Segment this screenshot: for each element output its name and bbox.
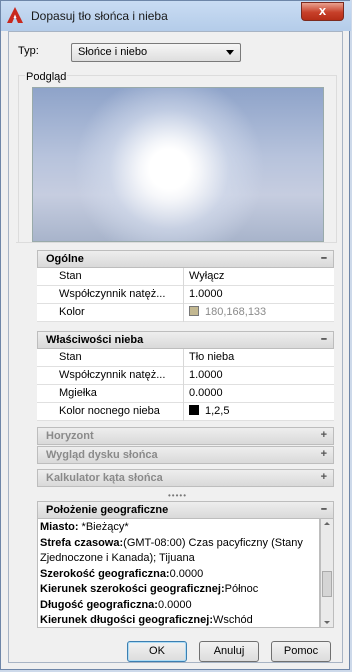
geo-value: Północ — [224, 583, 259, 595]
type-dropdown-value: Słońce i niebo — [78, 46, 148, 58]
window-title: Dopasuj tło słońca i nieba — [31, 9, 168, 23]
property-value: Wyłącz — [189, 270, 225, 282]
geo-line: Zjednoczone i Kanada); Tijuana — [40, 551, 317, 567]
dialog-client: Typ: Słońce i niebo Podgląd Ogólne – Sta… — [8, 31, 343, 663]
section-calc-header[interactable]: Kalkulator kąta słońca + — [37, 469, 334, 487]
collapse-icon[interactable]: – — [321, 503, 327, 515]
color-swatch-icon — [189, 306, 199, 316]
property-row-haze[interactable]: Mgiełka 0.0000 — [37, 385, 334, 403]
splitter-grip[interactable]: ••••• — [23, 491, 335, 500]
property-key: Współczynnik natęż... — [59, 288, 166, 300]
autocad-logo-icon — [7, 7, 23, 23]
property-row-color[interactable]: Kolor 180,168,133 — [37, 304, 334, 322]
cancel-button[interactable]: Anuluj — [199, 641, 259, 662]
geo-line: Szerokość geograficzna:0.0000 — [40, 567, 317, 583]
dialog-window: Dopasuj tło słońca i nieba x Typ: Słońce… — [0, 0, 351, 670]
type-dropdown[interactable]: Słońce i niebo — [71, 43, 241, 62]
geo-line: Strefa czasowa:(GMT-08:00) Czas pacyficz… — [40, 536, 317, 552]
geo-key: Strefa czasowa: — [40, 536, 124, 549]
column-separator — [183, 268, 184, 286]
property-row-sky-status[interactable]: Stan Tło nieba — [37, 349, 334, 367]
geo-line: Kierunek szerokości geograficznej:Północ — [40, 582, 317, 598]
section-geo-header[interactable]: Położenie geograficzne – — [37, 501, 334, 519]
property-key: Stan — [59, 351, 82, 363]
scroll-up-icon[interactable] — [324, 522, 330, 525]
geo-line: Długość geograficzna:0.0000 — [40, 598, 317, 614]
section-horizon-header[interactable]: Horyzont + — [37, 427, 334, 445]
geo-value: *Bieżący* — [78, 521, 129, 533]
section-sundisk-header[interactable]: Wygląd dysku słońca + — [37, 446, 334, 464]
geo-key: Miasto: — [40, 521, 79, 533]
section-calc-title: Kalkulator kąta słońca — [46, 472, 163, 484]
property-row-status[interactable]: Stan Wyłącz — [37, 268, 334, 286]
property-row-intensity[interactable]: Współczynnik natęż... 1.0000 — [37, 286, 334, 304]
property-key: Mgiełka — [59, 387, 97, 399]
sky-preview-image — [32, 87, 324, 242]
property-row-night-color[interactable]: Kolor nocnego nieba 1,2,5 — [37, 403, 334, 421]
property-value: Tło nieba — [189, 351, 235, 363]
ok-button[interactable]: OK — [127, 641, 187, 662]
close-button[interactable]: x — [301, 2, 344, 21]
geo-line: Miasto: *Bieżący* — [40, 520, 317, 536]
property-value: 180,168,133 — [189, 306, 266, 318]
geo-key: Szerokość geograficzna: — [40, 567, 170, 580]
property-value: 1.0000 — [189, 288, 223, 300]
geo-key: Kierunek długości geograficznej: — [40, 614, 213, 626]
column-separator — [183, 286, 184, 304]
geo-value: Wschód — [212, 614, 253, 626]
expand-icon[interactable]: + — [321, 429, 327, 441]
property-row-sky-intensity[interactable]: Współczynnik natęż... 1.0000 — [37, 367, 334, 385]
help-button[interactable]: Pomoc — [271, 641, 331, 662]
property-key: Stan — [59, 270, 82, 282]
property-key: Współczynnik natęż... — [59, 369, 166, 381]
geo-line: Kierunek długości geograficznej:Wschód — [40, 613, 317, 627]
section-sundisk-title: Wygląd dysku słońca — [46, 449, 158, 461]
property-value: 0.0000 — [189, 387, 223, 399]
geo-key: Długość geograficzna: — [40, 598, 158, 611]
collapse-icon[interactable]: – — [321, 333, 327, 345]
scroll-thumb[interactable] — [322, 571, 332, 597]
geo-value: 0.0000 — [157, 598, 192, 611]
property-key: Kolor nocnego nieba — [59, 405, 160, 417]
column-separator — [183, 403, 184, 421]
expand-icon[interactable]: + — [321, 448, 327, 460]
column-separator — [183, 385, 184, 403]
geo-key: Kierunek szerokości geograficznej: — [40, 583, 225, 595]
section-general-title: Ogólne — [46, 253, 84, 265]
column-separator — [183, 304, 184, 322]
title-bar[interactable]: Dopasuj tło słońca i nieba x — [1, 1, 351, 31]
scroll-down-icon[interactable] — [324, 621, 330, 624]
section-sky-header[interactable]: Właściwości nieba – — [37, 331, 334, 349]
geo-value: 0.0000 — [169, 567, 204, 580]
property-value: 1,2,5 — [189, 405, 229, 417]
grip-dots-icon: ••••• — [168, 491, 188, 500]
preview-label: Podgląd — [25, 71, 68, 83]
color-swatch-icon — [189, 405, 199, 415]
divider — [16, 242, 336, 243]
collapse-icon[interactable]: – — [321, 252, 327, 264]
property-value: 1.0000 — [189, 369, 223, 381]
section-general-header[interactable]: Ogólne – — [37, 250, 334, 268]
color-value: 1,2,5 — [205, 405, 230, 417]
section-geo-title: Położenie geograficzne — [46, 504, 169, 516]
color-value: 180,168,133 — [205, 306, 267, 318]
column-separator — [183, 367, 184, 385]
geo-value: (GMT-08:00) Czas pacyficzny (Stany — [123, 536, 303, 549]
geo-value: Zjednoczone i Kanada); Tijuana — [40, 552, 195, 564]
dropdown-arrow-icon — [226, 50, 234, 55]
geo-info-text: Miasto: *Bieżący* Strefa czasowa:(GMT-08… — [37, 518, 320, 628]
section-sky-title: Właściwości nieba — [46, 334, 144, 346]
type-label: Typ: — [18, 45, 39, 57]
section-horizon-title: Horyzont — [46, 430, 94, 442]
column-separator — [183, 349, 184, 367]
property-key: Kolor — [59, 306, 85, 318]
expand-icon[interactable]: + — [321, 471, 327, 483]
geo-scrollbar[interactable] — [320, 518, 334, 628]
